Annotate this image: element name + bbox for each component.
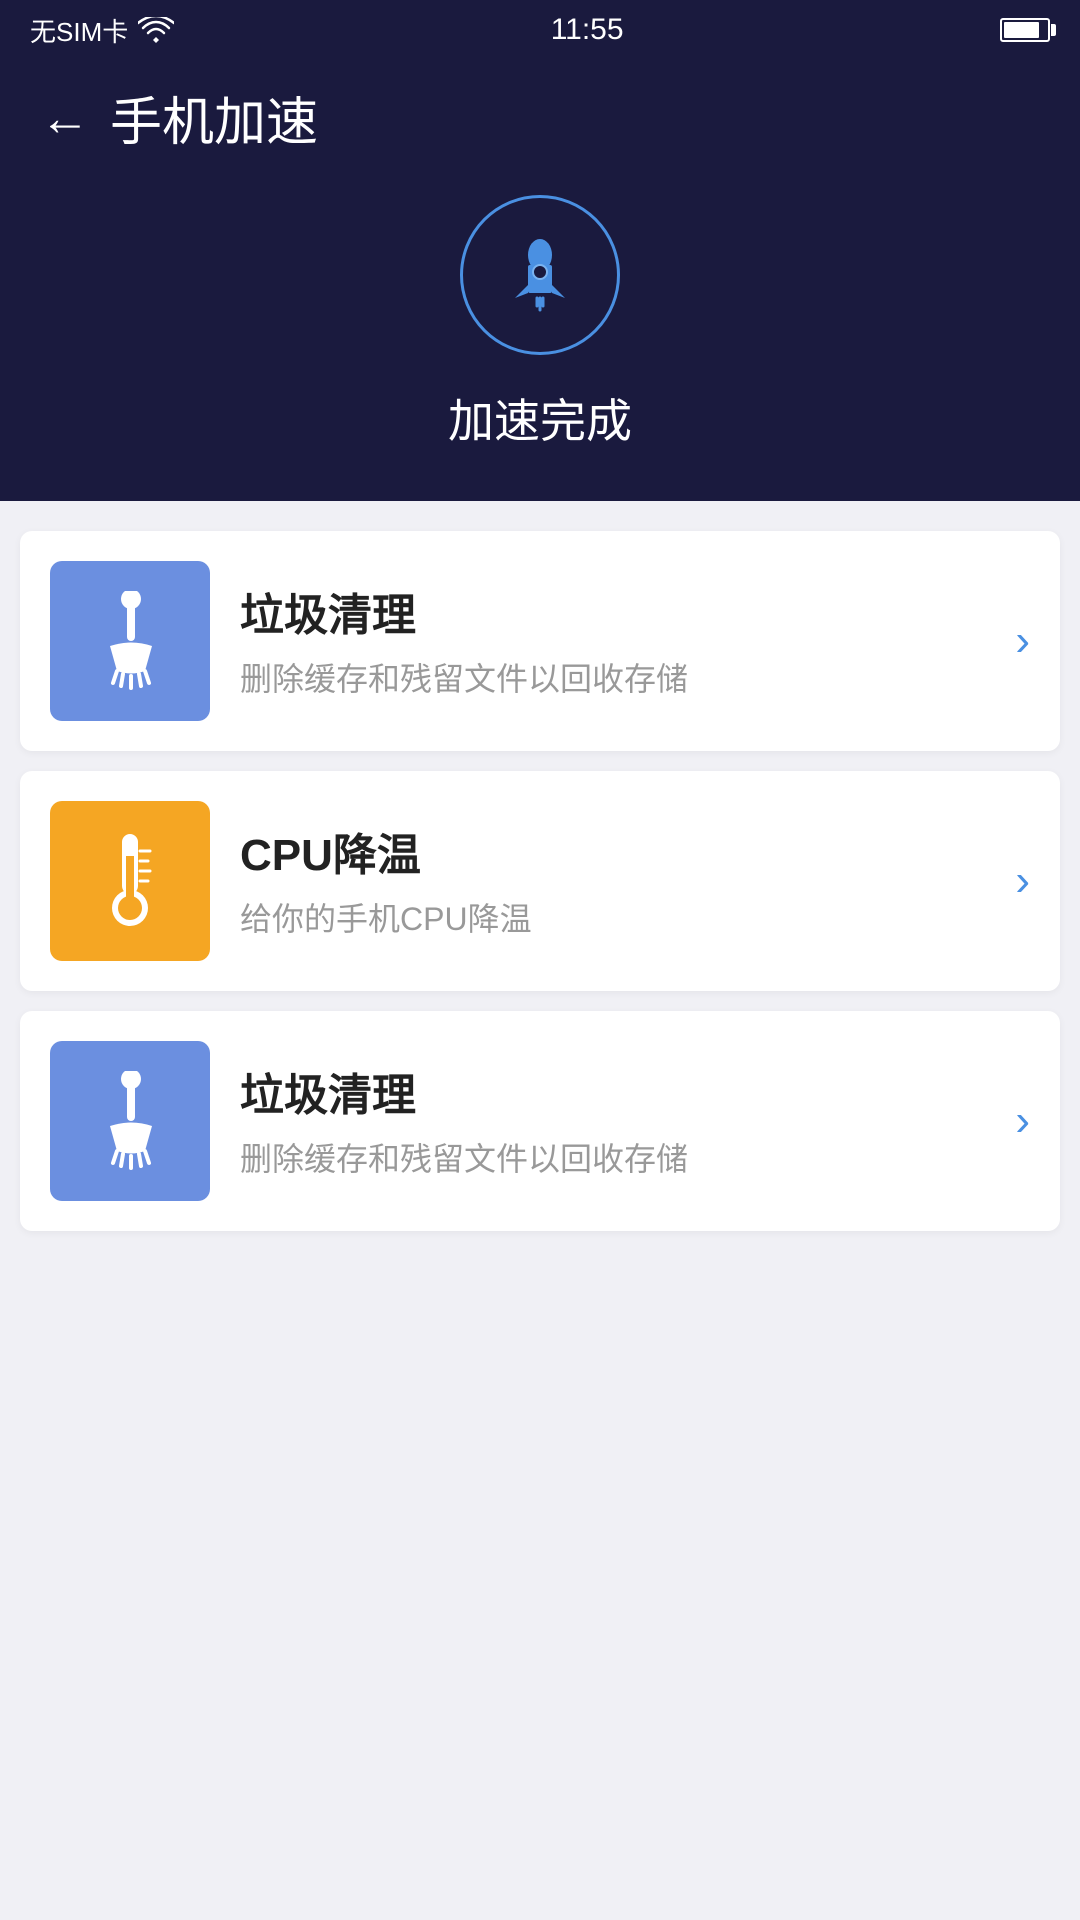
broom-icon-2: [85, 1071, 175, 1171]
trash-clean-card-1[interactable]: 垃圾清理 删除缓存和残留文件以回收存储 ›: [20, 531, 1060, 751]
back-button[interactable]: ←: [40, 89, 90, 147]
trash-clean-card-2[interactable]: 垃圾清理 删除缓存和残留文件以回收存储 ›: [20, 1011, 1060, 1231]
arrow-icon-1: ›: [1015, 616, 1030, 666]
rocket-icon: [495, 230, 585, 320]
trash-clean-content-2: 垃圾清理 删除缓存和残留文件以回收存储: [240, 1059, 985, 1183]
arrow-icon-2: ›: [1015, 856, 1030, 906]
cpu-cool-content: CPU降温 给你的手机CPU降温: [240, 819, 985, 943]
broom-icon-1: [85, 591, 175, 691]
trash-clean-desc-1: 删除缓存和残留文件以回收存储: [240, 655, 985, 703]
trash-icon-bg-2: [50, 1041, 210, 1201]
content-area: 垃圾清理 删除缓存和残留文件以回收存储 › CPU降温: [0, 501, 1080, 1261]
trash-clean-title-1: 垃圾清理: [240, 579, 985, 643]
status-left: 无SIM卡: [30, 12, 174, 49]
trash-icon-bg-1: [50, 561, 210, 721]
status-right: [1000, 18, 1050, 42]
battery-icon: [1000, 18, 1050, 42]
status-bar: 无SIM卡 11:55: [0, 0, 1080, 60]
trash-clean-title-2: 垃圾清理: [240, 1059, 985, 1123]
no-sim-text: 无SIM卡: [30, 12, 128, 49]
wifi-icon: [138, 17, 174, 43]
complete-label: 加速完成: [448, 385, 632, 451]
header: ← 手机加速 加速完成: [0, 60, 1080, 501]
trash-clean-desc-2: 删除缓存和残留文件以回收存储: [240, 1135, 985, 1183]
arrow-icon-3: ›: [1015, 1096, 1030, 1146]
cpu-cool-desc: 给你的手机CPU降温: [240, 895, 985, 943]
cpu-icon-bg: [50, 801, 210, 961]
header-top: ← 手机加速: [40, 80, 1040, 155]
page-title: 手机加速: [110, 80, 318, 155]
rocket-circle: [460, 195, 620, 355]
cpu-cool-title: CPU降温: [240, 819, 985, 883]
trash-clean-content-1: 垃圾清理 删除缓存和残留文件以回收存储: [240, 579, 985, 703]
thermometer-icon: [90, 826, 170, 936]
time-display: 11:55: [551, 13, 624, 47]
cpu-cool-card[interactable]: CPU降温 给你的手机CPU降温 ›: [20, 771, 1060, 991]
